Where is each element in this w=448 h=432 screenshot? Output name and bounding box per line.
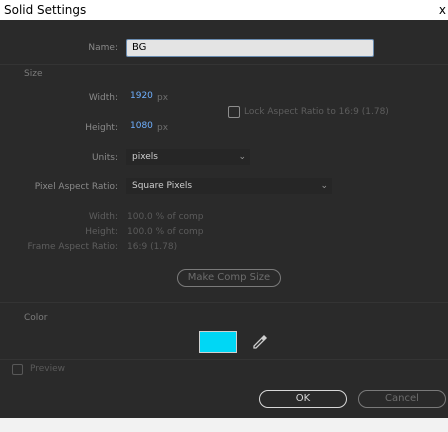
info-width-value: 100.0 % of comp — [127, 212, 204, 222]
units-value: pixels — [132, 152, 158, 162]
lock-aspect-checkbox[interactable] — [228, 106, 240, 118]
height-unit: px — [157, 123, 169, 133]
info-height-value: 100.0 % of comp — [127, 227, 204, 237]
height-value[interactable]: 1080 — [130, 121, 153, 131]
eyedropper-icon[interactable] — [251, 333, 269, 351]
divider — [0, 64, 448, 65]
chevron-down-icon: ⌄ — [238, 152, 246, 162]
pixel-aspect-label: Pixel Aspect Ratio: — [34, 182, 118, 192]
width-unit: px — [157, 93, 169, 103]
units-select[interactable]: pixels ⌄ — [126, 149, 250, 165]
size-section-label: Size — [24, 69, 43, 79]
name-label: Name: — [88, 43, 118, 53]
close-icon[interactable]: x — [439, 0, 446, 20]
pixel-aspect-value: Square Pixels — [132, 181, 193, 191]
chevron-down-icon: ⌄ — [320, 181, 328, 191]
divider — [0, 359, 448, 360]
ok-button[interactable]: OK — [259, 390, 347, 408]
width-label: Width: — [88, 93, 118, 103]
height-label: Height: — [85, 123, 118, 133]
info-width-label: Width: — [88, 212, 118, 222]
units-label: Units: — [91, 153, 118, 163]
info-height-label: Height: — [85, 227, 118, 237]
bottom-bar — [0, 418, 448, 432]
color-section-label: Color — [24, 313, 48, 323]
make-comp-size-button[interactable]: Make Comp Size — [177, 269, 281, 287]
lock-aspect-label: Lock Aspect Ratio to 16:9 (1.78) — [244, 107, 389, 117]
cancel-button[interactable]: Cancel — [358, 390, 446, 408]
frame-aspect-label: Frame Aspect Ratio: — [27, 242, 118, 252]
preview-checkbox[interactable] — [12, 364, 23, 375]
color-swatch[interactable] — [199, 331, 237, 353]
window-title: Solid Settings — [4, 3, 87, 17]
width-value[interactable]: 1920 — [130, 91, 153, 101]
frame-aspect-value: 16:9 (1.78) — [127, 242, 178, 252]
preview-label: Preview — [30, 364, 66, 374]
name-field[interactable]: BG — [126, 39, 374, 57]
window-titlebar: Solid Settings x — [0, 0, 448, 20]
divider — [0, 302, 448, 303]
pixel-aspect-select[interactable]: Square Pixels ⌄ — [126, 178, 332, 194]
